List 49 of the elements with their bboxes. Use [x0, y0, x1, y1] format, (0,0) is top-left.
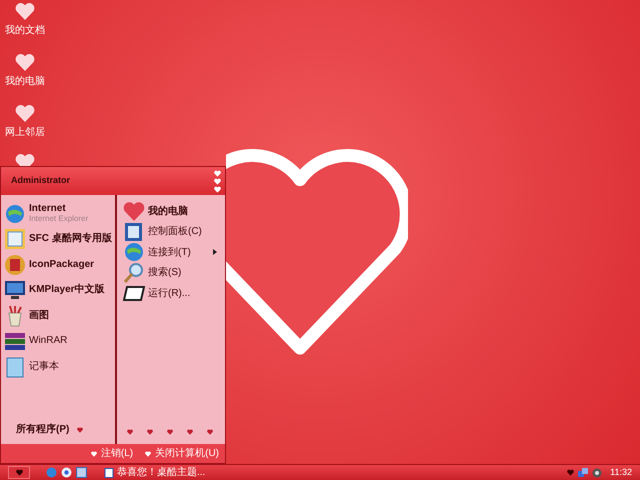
heart-icon — [15, 53, 35, 71]
network-icon[interactable] — [578, 468, 588, 478]
search-icon — [123, 262, 145, 284]
program-item[interactable]: SFC 桌酷网专用版 — [4, 226, 115, 252]
monitor-icon — [4, 279, 26, 302]
heart-icon — [90, 450, 97, 456]
program-subtitle: Internet Explorer — [29, 214, 88, 224]
place-item[interactable]: 连接到(T) — [123, 242, 217, 262]
window-icon[interactable] — [76, 467, 87, 478]
program-item[interactable]: Internet Internet Explorer — [4, 201, 115, 226]
program-item[interactable]: IconPackager — [4, 252, 115, 278]
heart-icon — [16, 469, 22, 476]
desktop-icon-label[interactable]: 我的文档 — [5, 24, 45, 38]
heart-icon — [123, 200, 145, 222]
heart-icon — [77, 426, 84, 432]
program-item[interactable]: KMPlayer中文版 — [4, 278, 115, 303]
start-button[interactable] — [8, 466, 30, 479]
document-icon — [104, 468, 114, 478]
heart-icon — [207, 429, 213, 435]
place-item[interactable]: 搜索(S) — [123, 262, 217, 283]
footer-button[interactable]: 注销(L) — [90, 446, 134, 461]
place-item[interactable]: 我的电脑 — [123, 201, 217, 222]
program-item[interactable]: 记事本 — [4, 354, 115, 380]
heart-icon — [187, 429, 193, 435]
notepad-icon — [4, 356, 26, 378]
heart-icon — [127, 429, 133, 435]
books-icon — [4, 330, 26, 352]
taskbar-task[interactable]: 恭喜您！桌酷主题... — [101, 466, 208, 480]
heart-icon — [147, 429, 153, 435]
speaker-icon[interactable] — [592, 468, 602, 478]
all-programs-link[interactable]: 所有程序(P) — [16, 422, 70, 437]
control-panel-icon — [123, 220, 145, 243]
heart-icon — [15, 2, 35, 20]
heart-icon — [567, 469, 574, 476]
heart-icon — [145, 450, 152, 456]
submenu-arrow-icon — [213, 249, 217, 256]
place-item[interactable]: 运行(R)... — [123, 283, 217, 304]
box-icon — [4, 254, 26, 276]
heart-icon — [167, 429, 173, 435]
user-name: Administrator — [11, 174, 70, 188]
footer-button[interactable]: 关闭计算机(U) — [145, 446, 219, 461]
desktop-icon-label[interactable]: 我的电脑 — [5, 75, 45, 89]
program-item[interactable]: WinRAR — [4, 328, 115, 354]
program-item[interactable]: 画图 — [4, 303, 115, 328]
clock: 11:32 — [610, 466, 632, 479]
heart-icon — [15, 104, 35, 122]
window-icon — [4, 228, 26, 250]
desktop-icon-label[interactable]: 网上邻居 — [5, 126, 45, 140]
place-item[interactable]: 控制面板(C) — [123, 222, 217, 242]
